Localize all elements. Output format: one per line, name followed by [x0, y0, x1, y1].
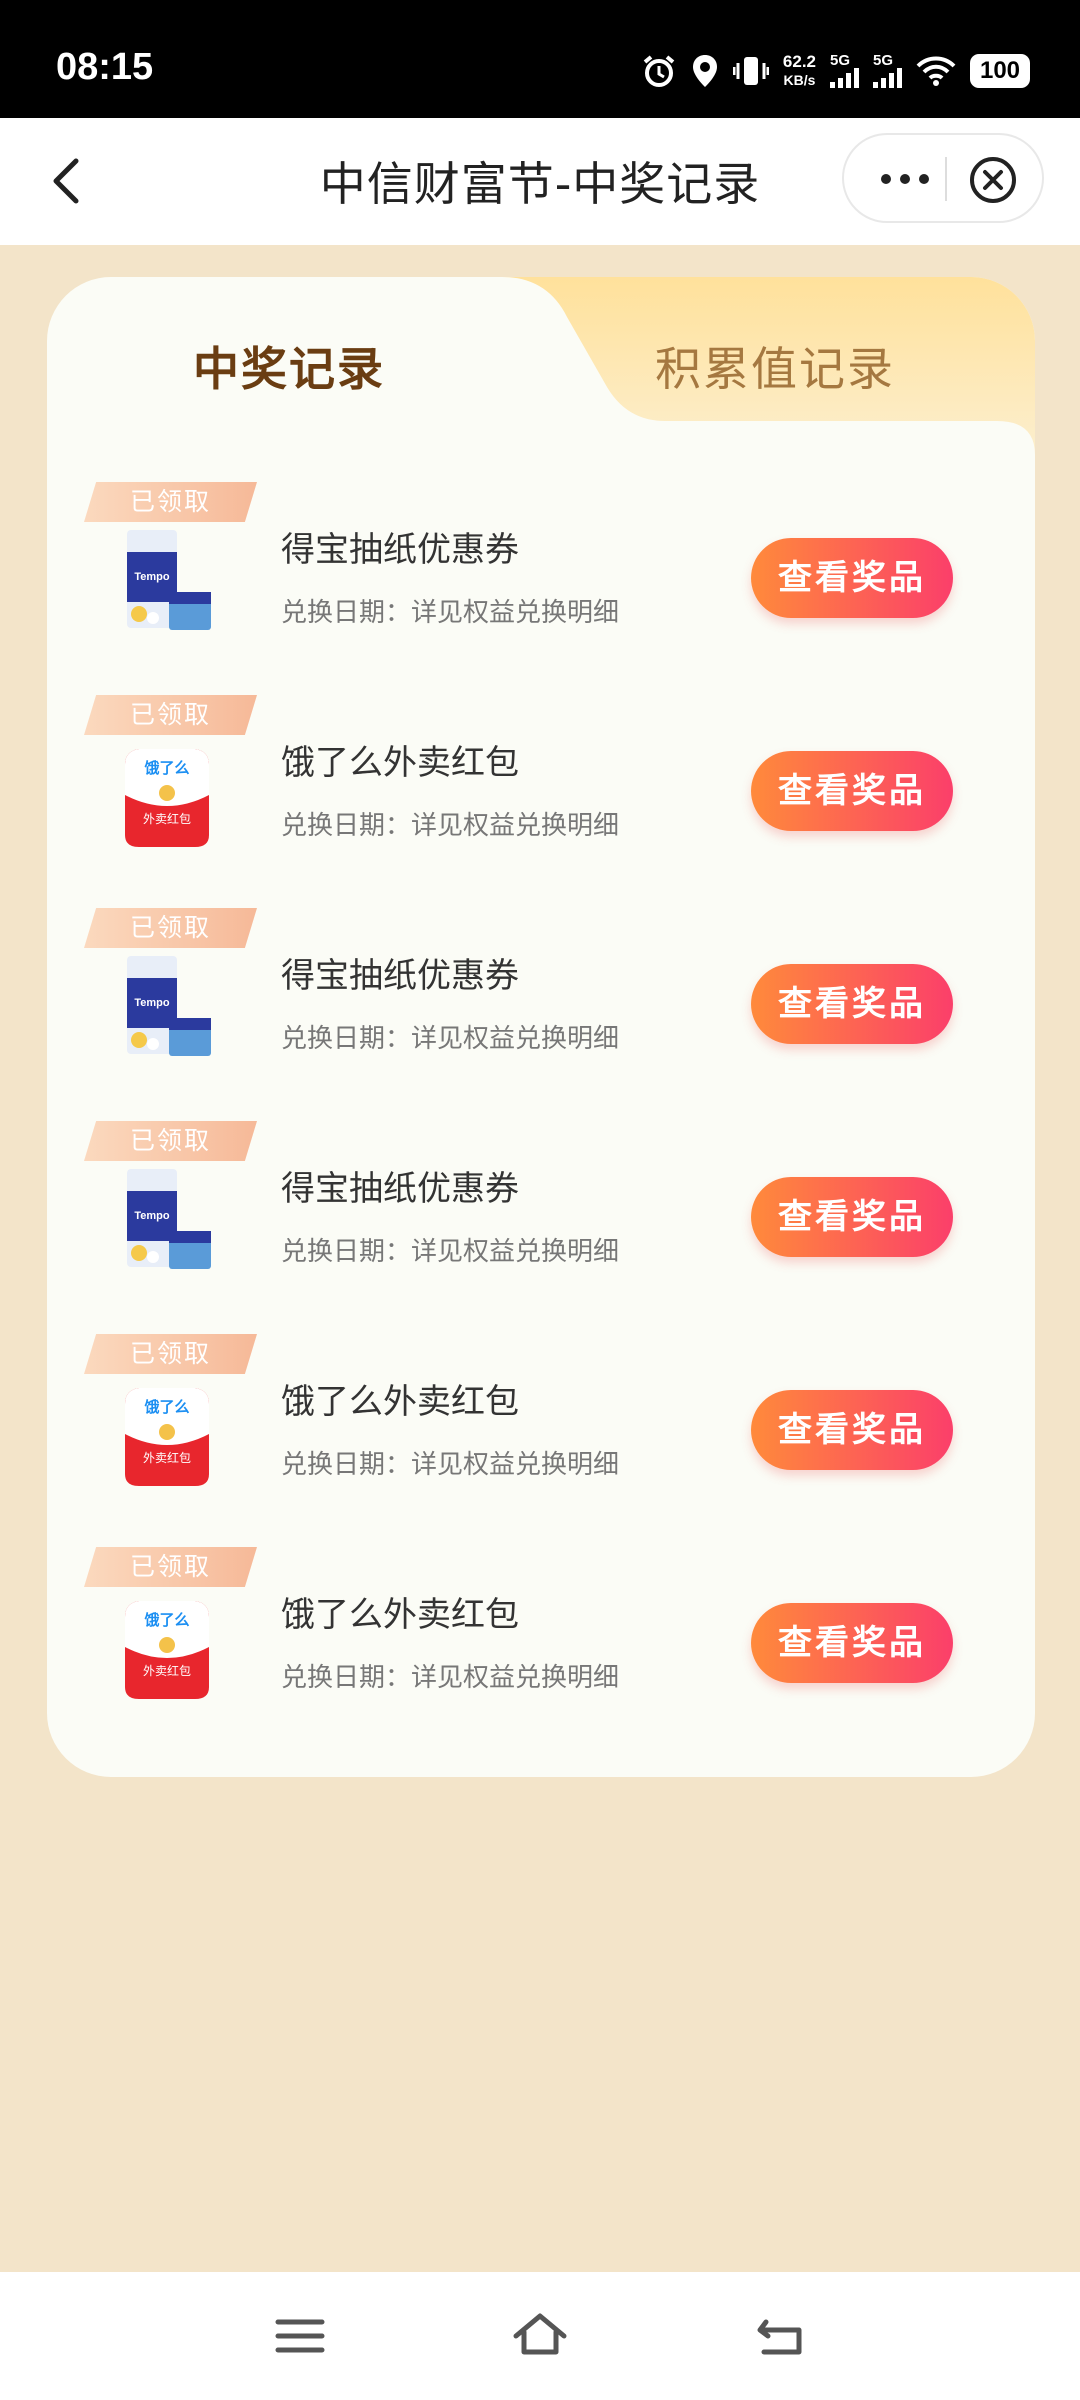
tab-bar: 中奖记录 积累值记录 — [47, 277, 1035, 459]
vibrate-icon — [732, 57, 769, 85]
view-prize-button[interactable]: 查看奖品 — [751, 964, 953, 1044]
eleme-redpacket-thumbnail: 饿了么 外卖红包 — [125, 1601, 209, 1699]
net-speed-value: 62.2 — [782, 52, 816, 71]
mini-program-capsule — [842, 133, 1044, 223]
view-prize-button[interactable]: 查看奖品 — [751, 1390, 953, 1470]
status-badge: 已领取 — [84, 908, 257, 948]
record-title: 饿了么外卖红包 — [281, 743, 519, 783]
redpacket-label: 外卖红包 — [143, 811, 191, 826]
sim1-label: 5G — [830, 52, 851, 69]
view-prize-button[interactable]: 查看奖品 — [751, 1177, 953, 1257]
record-item: 已领取 Tempo 得宝抽纸优惠券 兑换日期：详见权益兑换明细 查看奖品 — [47, 908, 1035, 1121]
tissue-brand-text: Tempo — [134, 571, 170, 583]
record-title: 得宝抽纸优惠券 — [281, 530, 519, 570]
record-item: 已领取 Tempo 得宝抽纸优惠券 兑换日期：详见权益兑换明细 查看奖品 — [47, 482, 1035, 695]
battery-icon: 100 — [970, 54, 1030, 88]
status-badge: 已领取 — [84, 695, 257, 735]
status-badge: 已领取 — [84, 1334, 257, 1374]
records-card: 中奖记录 积累值记录 已领取 Tempo 得宝抽纸优惠券 兑换日期：详见权益兑换… — [47, 277, 1035, 1777]
record-date: 兑换日期：详见权益兑换明细 — [281, 1663, 620, 1693]
more-dots-icon[interactable] — [870, 157, 940, 201]
record-date: 兑换日期：详见权益兑换明细 — [281, 598, 620, 628]
view-prize-button[interactable]: 查看奖品 — [751, 751, 953, 831]
redpacket-label: 外卖红包 — [143, 1450, 191, 1465]
eleme-redpacket-thumbnail: 饿了么 外卖红包 — [125, 749, 209, 847]
record-item: 已领取 Tempo 得宝抽纸优惠券 兑换日期：详见权益兑换明细 查看奖品 — [47, 1121, 1035, 1334]
records-list: 已领取 Tempo 得宝抽纸优惠券 兑换日期：详见权益兑换明细 查看奖品 已领取… — [47, 482, 1035, 1760]
navigation-bar — [0, 2272, 1080, 2400]
status-icons: 62.2 KB/s 5G 5G 100 — [641, 48, 1030, 94]
record-item: 已领取 饿了么 外卖红包 饿了么外卖红包 兑换日期：详见权益兑换明细 查看奖品 — [47, 1334, 1035, 1547]
record-date: 兑换日期：详见权益兑换明细 — [281, 1450, 620, 1480]
signal-sim2: 5G — [873, 52, 902, 88]
title-bar: 中信财富节-中奖记录 — [0, 118, 1080, 245]
tissue-brand-text: Tempo — [134, 997, 170, 1009]
tab-points-records[interactable]: 积累值记录 — [655, 333, 895, 399]
location-icon — [692, 55, 717, 87]
tissue-thumbnail: Tempo — [127, 1169, 211, 1269]
net-speed-unit: KB/s — [783, 72, 816, 88]
redpacket-label: 外卖红包 — [143, 1663, 191, 1678]
record-item: 已领取 饿了么 外卖红包 饿了么外卖红包 兑换日期：详见权益兑换明细 查看奖品 — [47, 1547, 1035, 1760]
signal-icon — [873, 68, 902, 88]
tissue-thumbnail: Tempo — [127, 530, 211, 630]
tissue-thumbnail: Tempo — [127, 956, 211, 1056]
signal-icon — [830, 68, 859, 88]
record-title: 得宝抽纸优惠券 — [281, 956, 519, 996]
menu-icon[interactable] — [272, 2308, 328, 2364]
eleme-redpacket-thumbnail: 饿了么 外卖红包 — [125, 1388, 209, 1486]
record-title: 饿了么外卖红包 — [281, 1382, 519, 1422]
record-item: 已领取 饿了么 外卖红包 饿了么外卖红包 兑换日期：详见权益兑换明细 查看奖品 — [47, 695, 1035, 908]
record-date: 兑换日期：详见权益兑换明细 — [281, 811, 620, 841]
sim2-label: 5G — [873, 52, 894, 69]
wifi-icon — [916, 56, 956, 86]
eleme-logo-text: 饿了么 — [143, 759, 189, 777]
record-title: 饿了么外卖红包 — [281, 1595, 519, 1635]
status-bar: 08:15 62.2 KB/s 5G 5G 100 — [0, 0, 1080, 118]
tissue-brand-text: Tempo — [134, 1210, 170, 1222]
status-badge: 已领取 — [84, 1547, 257, 1587]
eleme-logo-text: 饿了么 — [143, 1398, 189, 1416]
eleme-logo-text: 饿了么 — [143, 1611, 189, 1629]
network-speed: 62.2 KB/s — [783, 53, 816, 89]
status-time: 08:15 — [56, 46, 154, 88]
capsule-divider — [945, 157, 947, 201]
tab-win-records[interactable]: 中奖记录 — [193, 333, 385, 399]
record-date: 兑换日期：详见权益兑换明细 — [281, 1024, 620, 1054]
close-circle-icon[interactable] — [968, 155, 1018, 205]
home-icon[interactable] — [512, 2308, 568, 2364]
view-prize-button[interactable]: 查看奖品 — [751, 1603, 953, 1683]
signal-sim1: 5G — [830, 52, 859, 88]
view-prize-button[interactable]: 查看奖品 — [751, 538, 953, 618]
record-title: 得宝抽纸优惠券 — [281, 1169, 519, 1209]
record-date: 兑换日期：详见权益兑换明细 — [281, 1237, 620, 1267]
status-badge: 已领取 — [84, 1121, 257, 1161]
status-badge: 已领取 — [84, 482, 257, 522]
alarm-icon — [643, 55, 675, 87]
back-icon[interactable] — [752, 2308, 808, 2364]
